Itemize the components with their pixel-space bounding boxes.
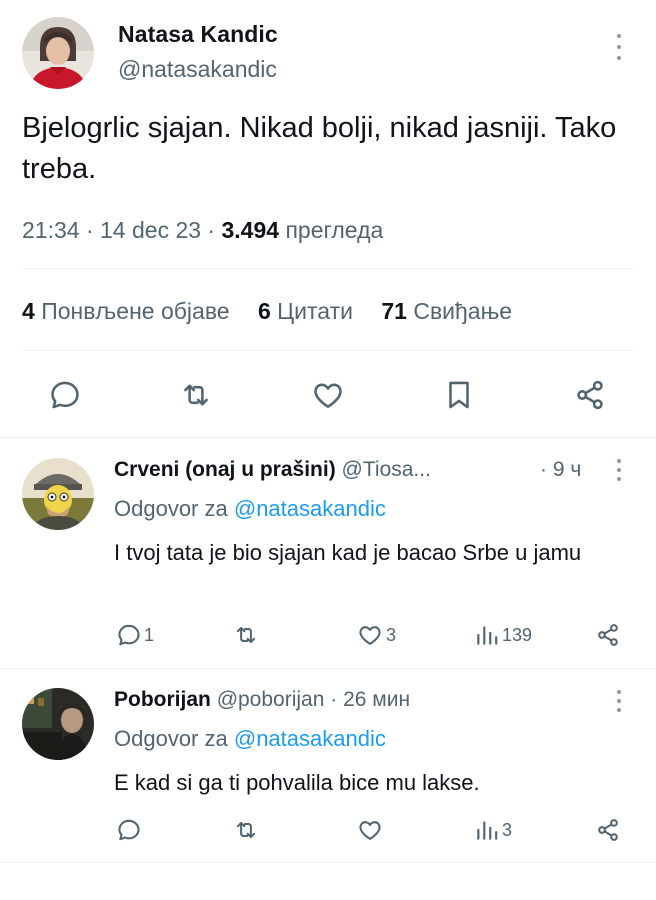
like-button[interactable] [356, 817, 386, 843]
bookmark-button[interactable] [442, 378, 476, 412]
repost-button[interactable] [178, 378, 214, 412]
divider [22, 350, 634, 351]
reply-avatar[interactable] [22, 458, 94, 530]
quotes-count: 6 [257, 298, 271, 324]
reply-time: · 9 ч [540, 458, 581, 482]
tweet-text: Bjelogrlic sjajan. Nikad bolji, nikad ja… [22, 112, 617, 185]
reply-author-name[interactable]: Poborijan [114, 688, 211, 711]
reply-button[interactable] [116, 817, 144, 843]
bookmark-icon [449, 381, 469, 409]
repost-icon [236, 821, 256, 839]
more-options-icon[interactable] [615, 459, 623, 481]
reply-time[interactable]: · 26 мин [330, 688, 410, 711]
replying-to: Odgovor za @natasakandic [114, 726, 386, 752]
divider [0, 668, 656, 669]
reply-author-handle[interactable]: @Tiosa... [342, 458, 431, 481]
likes-label: Свиђање [413, 298, 513, 324]
divider [0, 437, 656, 438]
share-button[interactable] [595, 622, 621, 648]
reply-text: E kad si ga ti pohvalila bice mu lakse. [114, 770, 480, 795]
quotes-stat[interactable]: 6 Цитати [258, 298, 353, 324]
meta-separator: · [79, 217, 101, 243]
reply-icon [118, 624, 140, 646]
views-button[interactable]: 3 [474, 817, 512, 843]
views-icon [477, 821, 498, 840]
author-handle[interactable]: @natasakandic [118, 56, 277, 83]
reply-header: Poborijan @poborijan · 26 мин [114, 688, 410, 712]
reposts-stat[interactable]: 4 Понвљене објаве [22, 298, 230, 324]
author-name[interactable]: Natasa Kandic [118, 21, 278, 48]
divider [22, 268, 634, 269]
reply-time-text[interactable]: · 9 ч [540, 458, 581, 481]
views-count: 3 [502, 819, 513, 840]
likes-count: 71 [381, 298, 407, 324]
tweet-date[interactable]: 14 dec 23 [100, 217, 201, 243]
views-count: 3.494 [221, 217, 280, 243]
like-icon [359, 626, 381, 645]
author-avatar[interactable] [22, 17, 94, 89]
likes-stat[interactable]: 71 Свиђање [381, 298, 512, 324]
share-icon [598, 819, 618, 841]
repost-icon [184, 384, 208, 406]
reply-icon [51, 381, 79, 409]
share-icon [577, 380, 603, 410]
reply-avatar[interactable] [22, 688, 94, 760]
like-count: 3 [386, 624, 397, 645]
like-icon [314, 383, 342, 408]
share-icon [598, 624, 618, 646]
reply-button[interactable]: 1 [116, 622, 154, 648]
replying-prefix: Odgovor za [114, 726, 228, 751]
repost-icon [236, 626, 256, 644]
more-options-icon[interactable] [615, 690, 623, 712]
like-icon [359, 821, 381, 840]
reply-count: 1 [144, 624, 155, 645]
tweet-time[interactable]: 21:34 [22, 217, 80, 243]
like-button[interactable]: 3 [356, 622, 396, 648]
reply-header: Crveni (onaj u prašini) @Tiosa... [114, 458, 431, 482]
repost-button[interactable] [232, 622, 260, 648]
reply-author-name[interactable]: Crveni (onaj u prašini) [114, 458, 336, 481]
reply-text: I tvoj tata je bio sjajan kad je bacao S… [114, 540, 582, 565]
views-button[interactable]: 139 [474, 622, 532, 648]
reply-author-handle[interactable]: @poborijan [217, 688, 325, 711]
tweet-meta: 21:34 · 14 dec 23 · 3.494 прегледа [22, 217, 383, 244]
replying-to-handle[interactable]: @natasakandic [234, 726, 386, 751]
reply-button[interactable] [48, 378, 82, 412]
reply-icon [118, 819, 140, 841]
replying-prefix: Odgovor za [114, 496, 228, 521]
replying-to-handle[interactable]: @natasakandic [234, 496, 386, 521]
reposts-count: 4 [22, 298, 35, 324]
repost-button[interactable] [232, 817, 260, 843]
quotes-label: Цитати [277, 298, 353, 324]
share-button[interactable] [573, 378, 607, 412]
divider [0, 862, 656, 863]
like-button[interactable] [310, 378, 346, 412]
more-options-icon[interactable] [615, 34, 623, 60]
tweet-stats: 4 Понвљене објаве 6 Цитати 71 Свиђање [22, 298, 534, 325]
views-label: прегледа [285, 217, 384, 243]
share-button[interactable] [595, 817, 621, 843]
replying-to: Odgovor za @natasakandic [114, 496, 386, 522]
reposts-label: Понвљене објаве [41, 298, 230, 324]
views-count: 139 [502, 624, 533, 645]
meta-separator: · [201, 217, 222, 243]
views-icon [477, 626, 498, 645]
